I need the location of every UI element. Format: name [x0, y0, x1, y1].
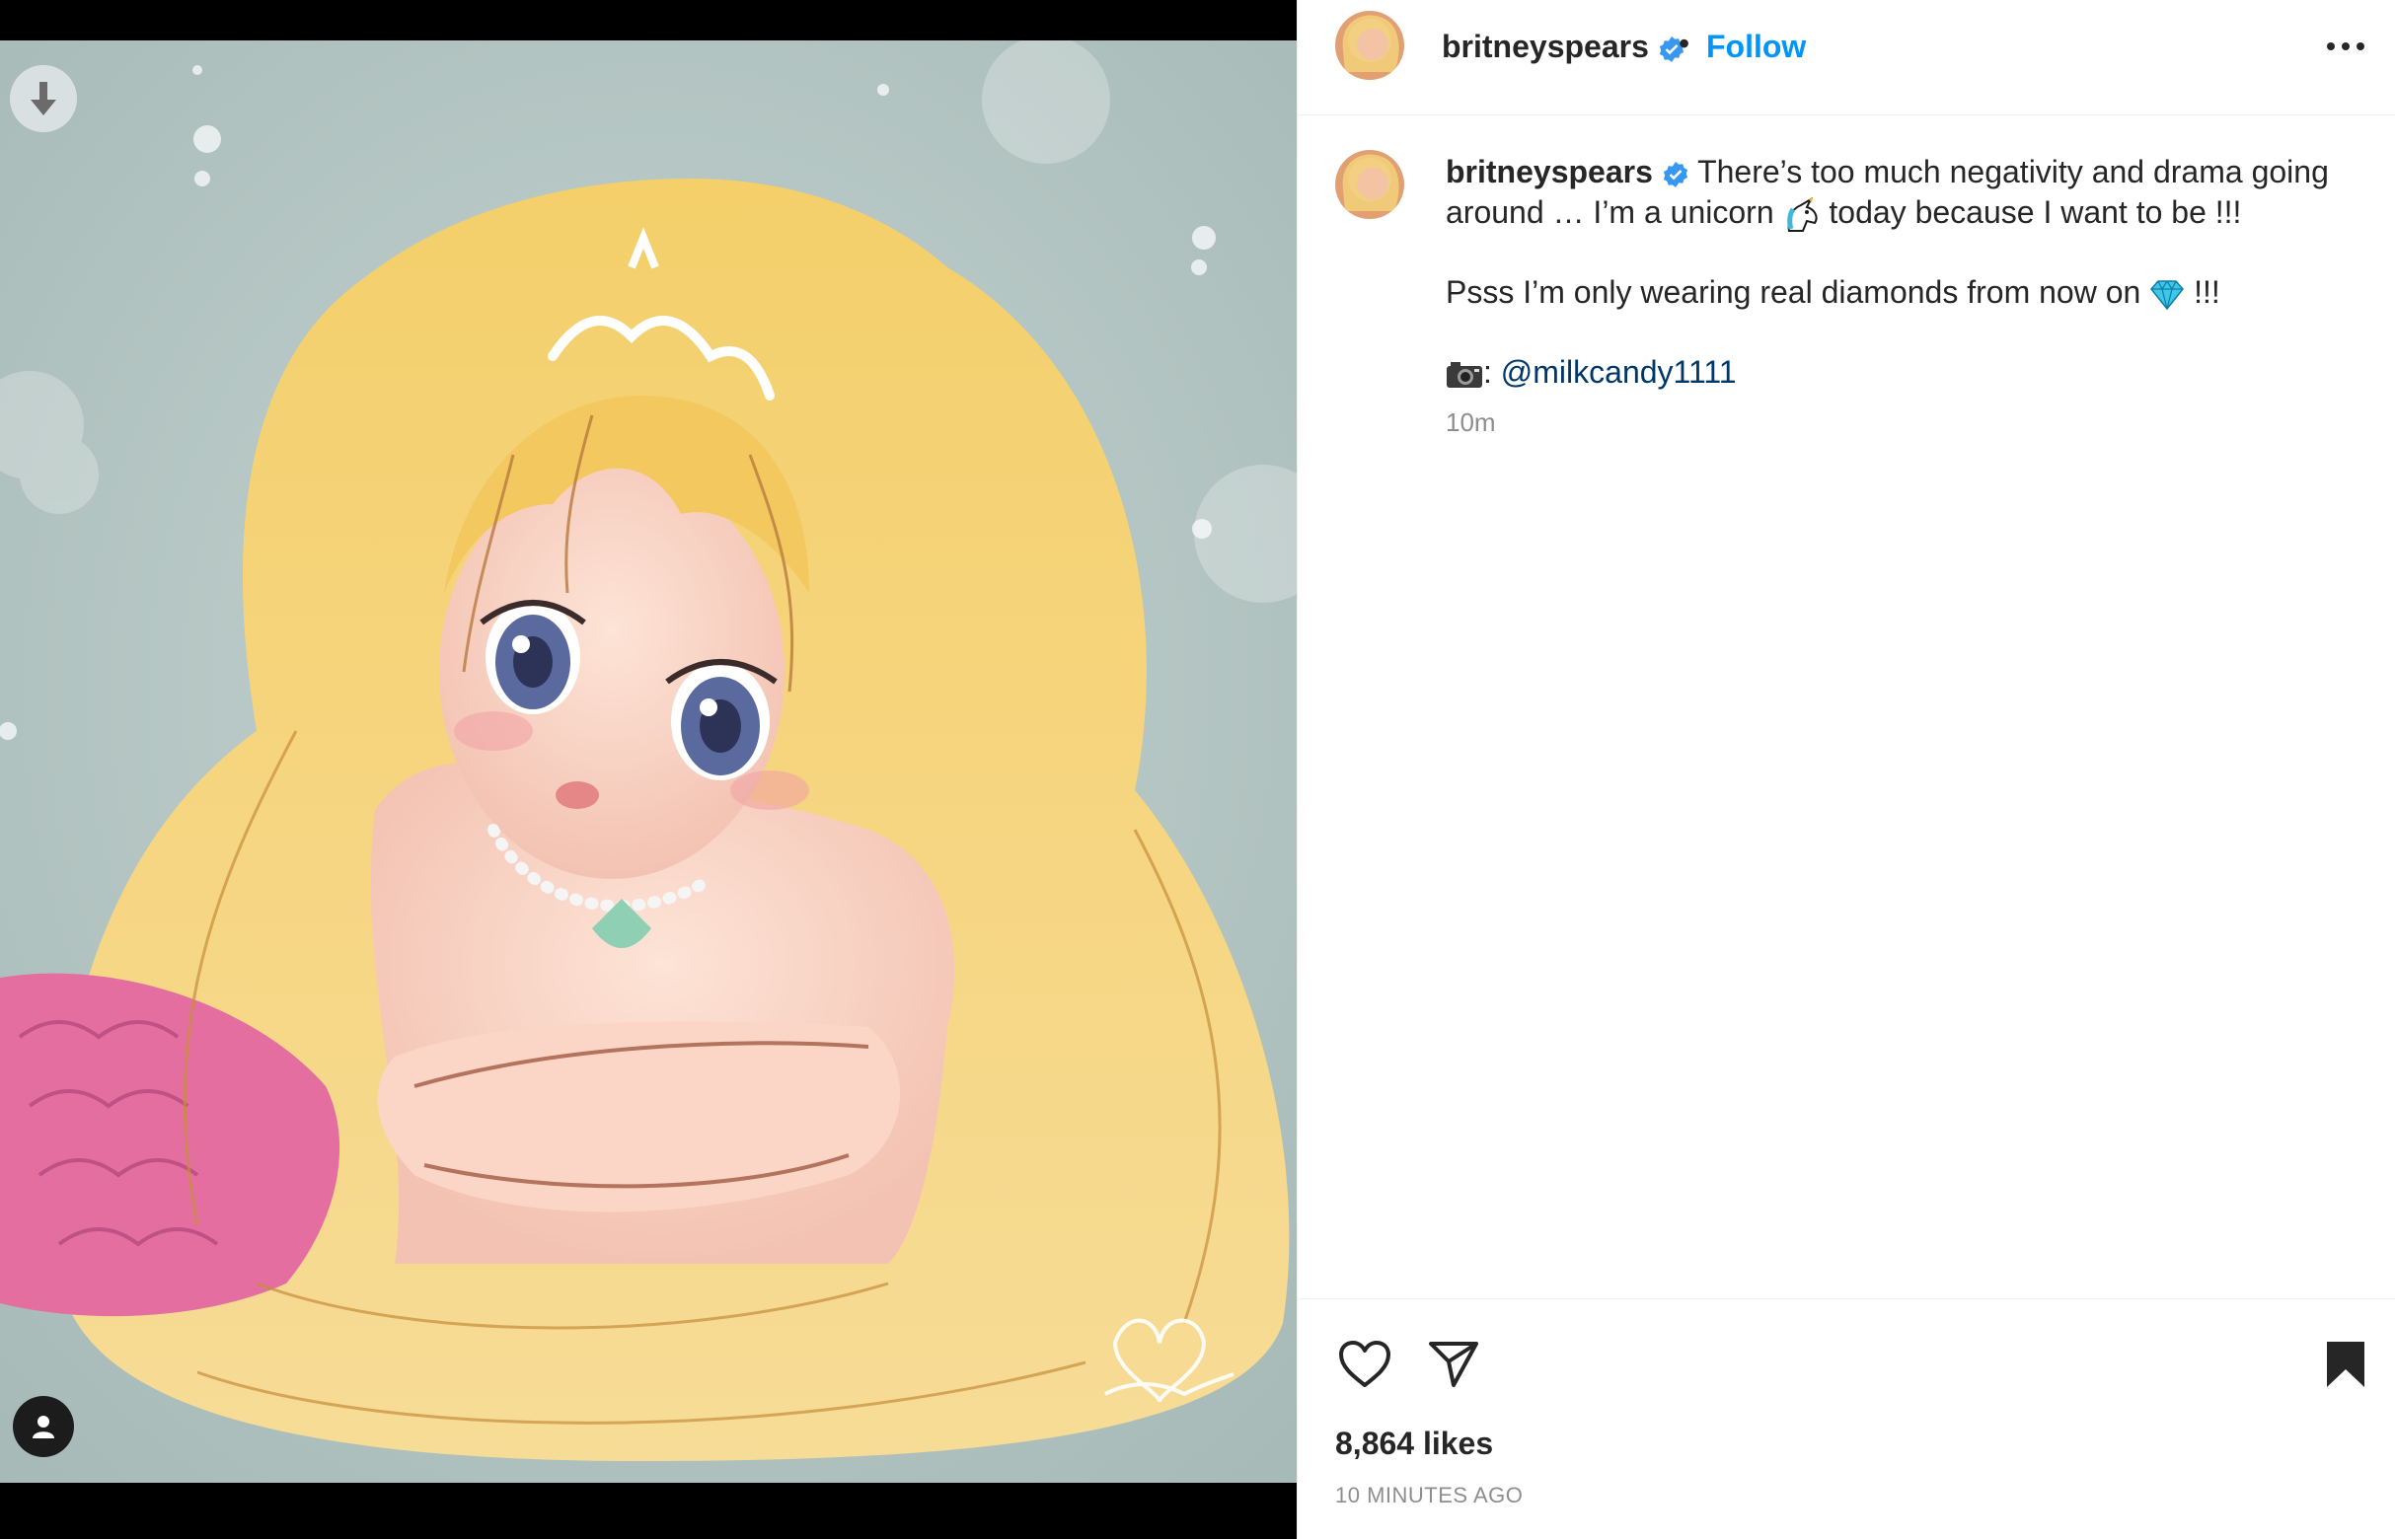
save-button[interactable] — [2322, 1335, 2369, 1394]
caption-avatar[interactable] — [1335, 150, 1404, 219]
mention-link[interactable]: @milkcandy1111 — [1501, 354, 1737, 390]
user-tag-icon — [33, 1416, 54, 1438]
more-options-icon — [2327, 42, 2364, 50]
caption-line-3-start: Psss I’m only wearing real diamonds from… — [1446, 274, 2141, 310]
post-image[interactable] — [0, 40, 1297, 1483]
caption-line-1: There’s too much negativity and drama go… — [1697, 154, 2329, 189]
more-options-button[interactable] — [2324, 32, 2367, 61]
verified-badge-icon — [1663, 161, 1687, 187]
caption-line-3-end: !!! — [2194, 274, 2220, 310]
post-media[interactable] — [0, 0, 1297, 1539]
user-tag-button[interactable] — [13, 1396, 74, 1457]
bookmark-icon — [2327, 1342, 2364, 1387]
share-button[interactable] — [1424, 1335, 1483, 1394]
like-button[interactable] — [1335, 1335, 1394, 1394]
username-text[interactable]: britneyspears — [1442, 29, 1649, 64]
follow-button[interactable]: Follow — [1706, 29, 1806, 65]
caption-username[interactable]: britneyspears — [1446, 154, 1653, 189]
post-date[interactable]: 10 MINUTES AGO — [1335, 1483, 1523, 1508]
caption-text: britneyspears There’s too much negativit… — [1446, 152, 2334, 393]
heart-icon — [1339, 1341, 1390, 1387]
avatar[interactable] — [1335, 11, 1404, 80]
likes-count[interactable]: 8,864 likes — [1335, 1426, 1493, 1462]
separator-dot: • — [1679, 26, 1690, 61]
caption-line-2-end: today because I want to be !!! — [1829, 194, 2242, 230]
paper-plane-icon — [1429, 1342, 1478, 1387]
comment-time[interactable]: 10m — [1446, 407, 1496, 438]
post-header: britneyspears • Follow — [1298, 0, 2395, 115]
caption-line-2-start: around … I’m a unicorn — [1446, 194, 1774, 230]
credit-separator: : — [1483, 354, 1492, 390]
post-side-panel: britneyspears • Follow britneyspears The… — [1297, 0, 2395, 1539]
unicorn-emoji-icon — [1786, 196, 1818, 232]
diamond-emoji-icon — [2150, 279, 2185, 310]
download-arrow-icon — [31, 82, 56, 115]
post-actions: 8,864 likes 10 MINUTES AGO — [1298, 1298, 2395, 1540]
username[interactable]: britneyspears — [1442, 29, 1685, 65]
camera-emoji-icon — [1447, 361, 1482, 388]
download-button[interactable] — [10, 65, 77, 132]
